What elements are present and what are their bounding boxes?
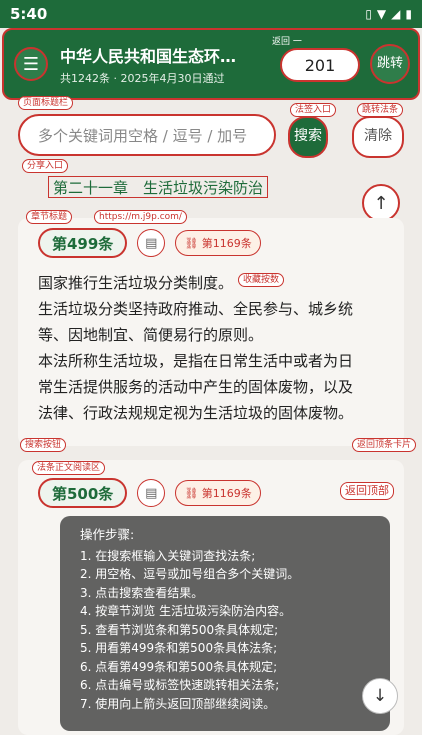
page-title-bar: ☰ 中华人民共和国生态环… 共1242条 · 2025年4月30日通过 返回 一… [2,28,420,100]
article-card: 第499条 ▤ ⛓ 第1169条 国家推行生活垃圾分类制度。 生活垃圾分类坚持政… [18,218,404,446]
link-icon: ⛓ [184,236,202,250]
article-line: 法律、行政法规规定视为生活垃圾的固体废物。 [38,404,354,422]
instructions-title: 操作步骤: [80,527,135,542]
instruction-item: 6. 点击编号或标签快速跳转相关法条; [80,678,280,692]
annotation-article-reading-area: 法条正文阅读区 [32,461,106,475]
instruction-item: 3. 点击搜索查看结果。 [80,585,204,600]
reference-label: 第1169条 [201,237,252,250]
article-header: 第500条 ▤ ⛓ 第1169条 [38,478,261,508]
annotation-share-entry: 分享入口 [22,159,69,173]
article-number[interactable]: 第499条 [38,228,128,258]
search-button[interactable]: 搜索 [288,116,328,158]
back-to-top-icon[interactable]: ↑ [362,184,400,222]
status-bar: 5:40 ▯ ▼ ◢ ▮ [0,0,422,28]
annotation-search-button: 搜索按钮 [20,438,67,452]
article-body: 国家推行生活垃圾分类制度。 生活垃圾分类坚持政府推动、全民参与、城乡统 等、因地… [38,270,388,426]
annotation-back-to-top[interactable]: 返回顶部 [340,482,394,500]
article-line: 本法所称生活垃圾，是指在日常生活中或者为日 [38,352,354,370]
annotation-jump-law: 跳转法条 [357,103,404,117]
reference-tag[interactable]: ⛓ 第1169条 [175,480,261,506]
vibrate-icon: ▯ [365,7,372,21]
law-subtitle: 共1242条 · 2025年4月30日通过 [60,71,225,85]
annotation-chapter-title: 章节标题 [26,210,73,224]
clear-button[interactable]: 清除 [352,116,404,158]
reference-tag[interactable]: ⛓ 第1169条 [175,230,261,256]
title-block: 中华人民共和国生态环… 共1242条 · 2025年4月30日通过 [60,43,260,86]
law-title: 中华人民共和国生态环… [60,46,237,66]
link-icon: ⛓ [184,486,202,500]
annotation-url: https://m.j9p.com/ [94,210,187,224]
annotation-law-tag-entry: 法签入口 [290,103,337,117]
document-icon[interactable]: ▤ [137,229,166,257]
instruction-item: 2. 用空格、逗号或加号组合多个关键词。 [80,567,300,581]
scroll-down-icon[interactable]: ↓ [362,678,398,714]
reference-label: 第1169条 [201,487,252,500]
article-line: 生活垃圾分类坚持政府推动、全民参与、城乡统 [38,300,354,318]
signal-icon: ◢ [391,7,401,21]
instruction-item: 5. 查看节浏览条和第500条具体规定; [80,622,279,637]
instruction-item: 6. 点看第499条和第500条具体规定; [80,659,278,674]
instruction-item: 1. 在搜索框输入关键词查找法条; [80,548,256,563]
annotation-back-to-top-card: 返回顶条卡片 [352,438,417,452]
instruction-item: 5. 用看第499条和第500条具体法条; [80,641,278,655]
back-label[interactable]: 返回 一 [272,34,302,47]
instruction-item: 7. 使用向上箭头返回顶部继续阅读。 [80,696,276,711]
article-header: 第499条 ▤ ⛓ 第1169条 [38,228,261,258]
document-icon[interactable]: ▤ [137,479,166,507]
annotation-favorite-count: 收藏按数 [238,273,285,287]
jump-button[interactable]: 跳转 [370,44,410,84]
status-icons: ▯ ▼ ◢ ▮ [365,7,412,21]
instruction-item: 4. 按章节浏览 生活垃圾污染防治内容。 [80,604,292,618]
article-line: 常生活提供服务的活动中产生的固体废物，以及 [38,378,354,396]
menu-icon[interactable]: ☰ [14,47,48,81]
status-time: 5:40 [10,5,48,23]
article-number[interactable]: 第500条 [38,478,128,508]
article-line: 国家推行生活垃圾分类制度。 [38,274,234,292]
battery-icon: ▮ [405,7,412,21]
wifi-icon: ▼ [376,7,387,21]
article-line: 等、因地制宜、简便易行的原则。 [38,326,264,344]
jump-article-input[interactable]: 201 [280,48,360,82]
search-input[interactable]: 多个关键词用空格 / 逗号 / 加号 [18,114,276,156]
annotation-page-title-bar: 页面标题栏 [18,96,74,110]
chapter-title[interactable]: 第二十一章 生活垃圾污染防治 [48,176,269,198]
instructions-overlay: 操作步骤: 1. 在搜索框输入关键词查找法条; 2. 用空格、逗号或加号组合多个… [60,516,390,731]
